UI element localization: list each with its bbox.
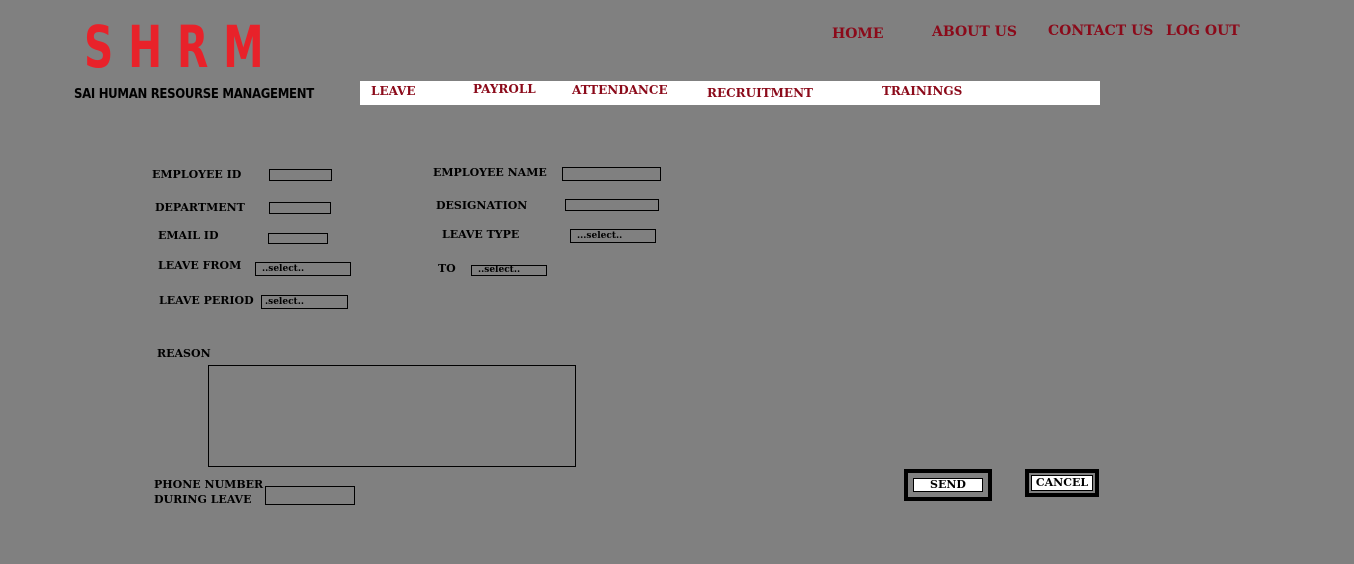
employee-name-input[interactable] xyxy=(562,167,661,181)
nav-home-link[interactable]: HOME xyxy=(832,26,884,42)
phone-label-line2: DURING LEAVE xyxy=(154,493,252,506)
nav-contact-link[interactable]: CONTACT US xyxy=(1048,23,1153,39)
department-input[interactable] xyxy=(269,202,331,214)
phone-label-line1: PHONE NUMBER xyxy=(154,478,264,491)
department-label: DEPARTMENT xyxy=(155,201,245,214)
reason-textarea[interactable] xyxy=(208,365,576,467)
module-menu-bar: LEAVE PAYROLL ATTENDANCE RECRUITMENT TRA… xyxy=(360,81,1100,105)
designation-label: DESIGNATION xyxy=(436,199,528,212)
employee-id-label: EMPLOYEE ID xyxy=(152,168,242,181)
reason-label: REASON xyxy=(157,347,211,360)
send-button[interactable]: SEND xyxy=(904,469,992,501)
cancel-button-label: CANCEL xyxy=(1031,475,1093,491)
leave-period-label: LEAVE PERIOD xyxy=(159,294,254,307)
cancel-button[interactable]: CANCEL xyxy=(1025,469,1099,497)
phone-number-input[interactable] xyxy=(265,486,355,505)
employee-id-input[interactable] xyxy=(269,169,332,181)
email-id-input[interactable] xyxy=(268,233,328,244)
employee-name-label: EMPLOYEE NAME xyxy=(433,166,547,179)
leave-type-label: LEAVE TYPE xyxy=(442,228,520,241)
nav-about-link[interactable]: ABOUT US xyxy=(932,24,1017,40)
email-id-label: EMAIL ID xyxy=(158,229,219,242)
site-tagline: SAI HUMAN RESOURSE MANAGEMENT xyxy=(74,87,314,102)
site-logo: SHRM xyxy=(84,13,279,81)
send-button-label: SEND xyxy=(913,478,983,492)
leave-period-select[interactable]: .select.. xyxy=(261,295,348,309)
module-attendance-link[interactable]: ATTENDANCE xyxy=(572,83,668,97)
leave-type-select[interactable]: ...select.. xyxy=(570,229,656,243)
module-trainings-link[interactable]: TRAININGS xyxy=(882,84,962,98)
module-recruitment-link[interactable]: RECRUITMENT xyxy=(707,86,813,100)
designation-input[interactable] xyxy=(565,199,659,211)
leave-from-select[interactable]: ..select.. xyxy=(255,262,351,276)
nav-logout-link[interactable]: LOG OUT xyxy=(1166,23,1240,39)
leave-to-select[interactable]: ..select.. xyxy=(471,265,547,276)
module-payroll-link[interactable]: PAYROLL xyxy=(473,82,536,96)
leave-from-label: LEAVE FROM xyxy=(158,259,242,272)
module-leave-link[interactable]: LEAVE xyxy=(371,84,415,98)
to-label: TO xyxy=(438,262,456,275)
